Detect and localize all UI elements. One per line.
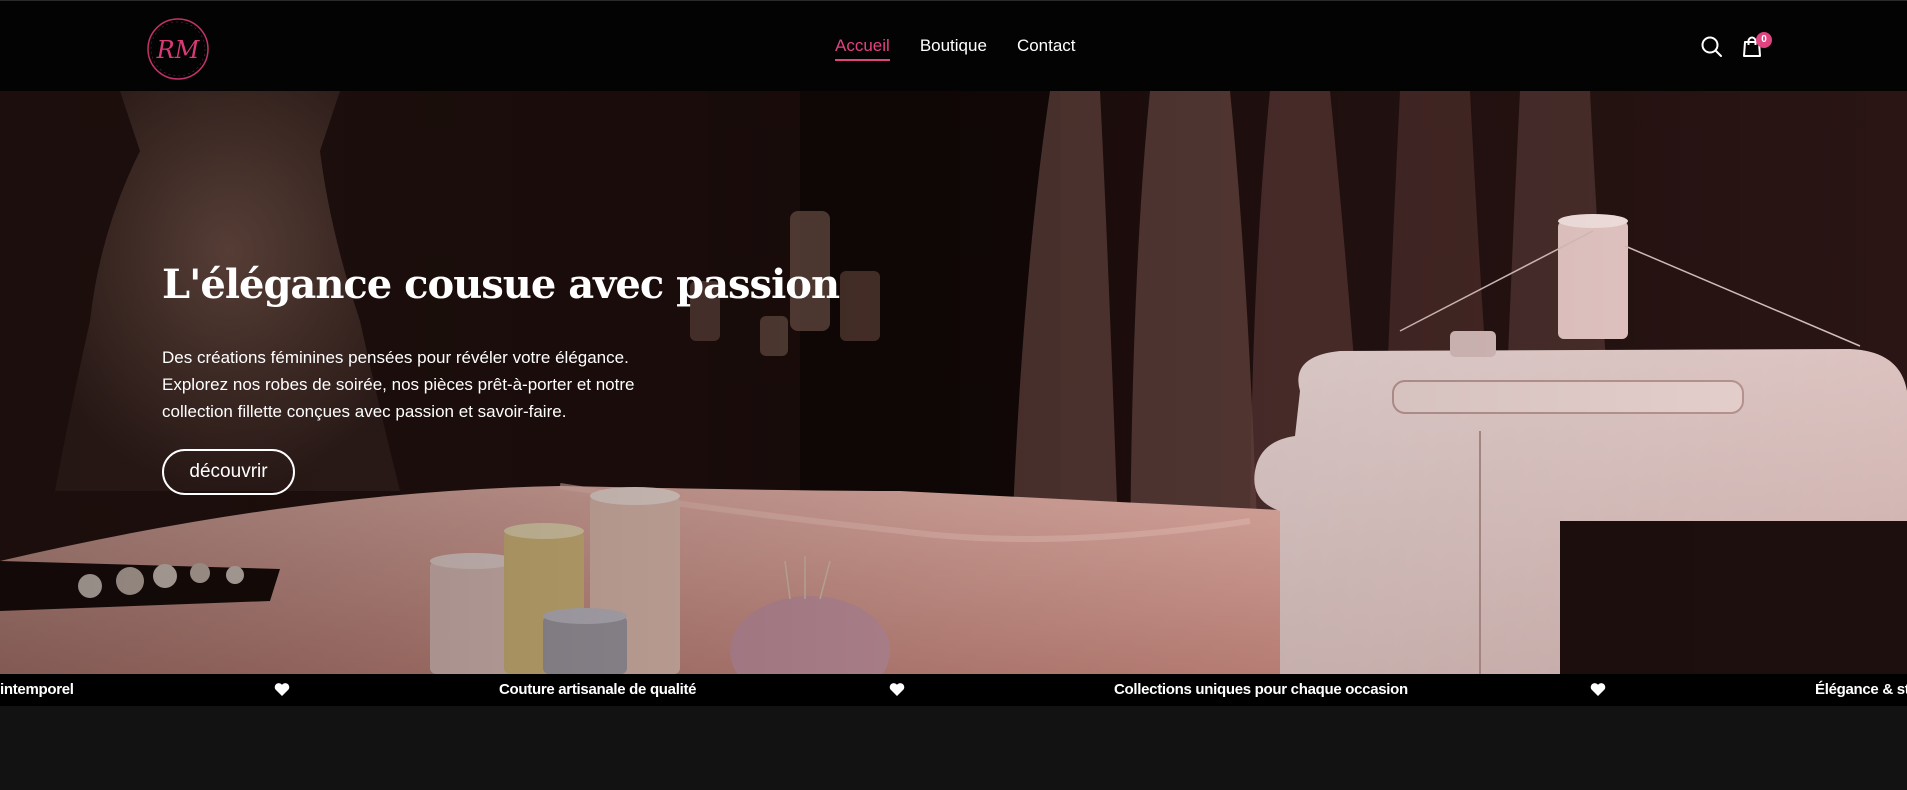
nav-accueil[interactable]: Accueil bbox=[835, 35, 890, 61]
heart-icon bbox=[1590, 683, 1606, 696]
hero-description-line: collection fillette conçues avec passion… bbox=[162, 402, 567, 421]
marquee-item: Couture artisanale de qualité bbox=[499, 681, 697, 698]
hero-title: L'élégance cousue avec passion bbox=[162, 261, 840, 308]
announcement-marquee: intemporel Couture artisanale de qualité… bbox=[0, 674, 1907, 706]
logo-emblem: RM bbox=[147, 18, 209, 80]
logo-text: RM bbox=[156, 36, 201, 64]
hero-description-line: Explorez nos robes de soirée, nos pièces… bbox=[162, 375, 635, 394]
marquee-item: Élégance & sty bbox=[1815, 681, 1907, 698]
marquee-item: Collections uniques pour chaque occasion bbox=[1114, 681, 1408, 698]
hero-banner: L'élégance cousue avec passion Des créat… bbox=[0, 91, 1907, 674]
nav-boutique[interactable]: Boutique bbox=[920, 35, 987, 61]
main-nav: Accueil Boutique Contact bbox=[835, 35, 1076, 61]
logo[interactable]: RM bbox=[146, 17, 210, 81]
search-icon bbox=[1701, 36, 1722, 57]
search-button[interactable] bbox=[1698, 33, 1726, 61]
marquee-item: intemporel bbox=[0, 681, 74, 698]
hero-description: Des créations féminines pensées pour rév… bbox=[162, 344, 682, 425]
cart-count-badge: 0 bbox=[1756, 32, 1772, 48]
hero-description-line: Des créations féminines pensées pour rév… bbox=[162, 348, 629, 367]
page-content-area bbox=[0, 706, 1907, 790]
discover-button[interactable]: découvrir bbox=[162, 449, 295, 495]
nav-contact[interactable]: Contact bbox=[1017, 35, 1076, 61]
heart-icon bbox=[889, 683, 905, 696]
site-header: RM Accueil Boutique Contact 0 bbox=[0, 0, 1907, 91]
heart-icon bbox=[274, 683, 290, 696]
